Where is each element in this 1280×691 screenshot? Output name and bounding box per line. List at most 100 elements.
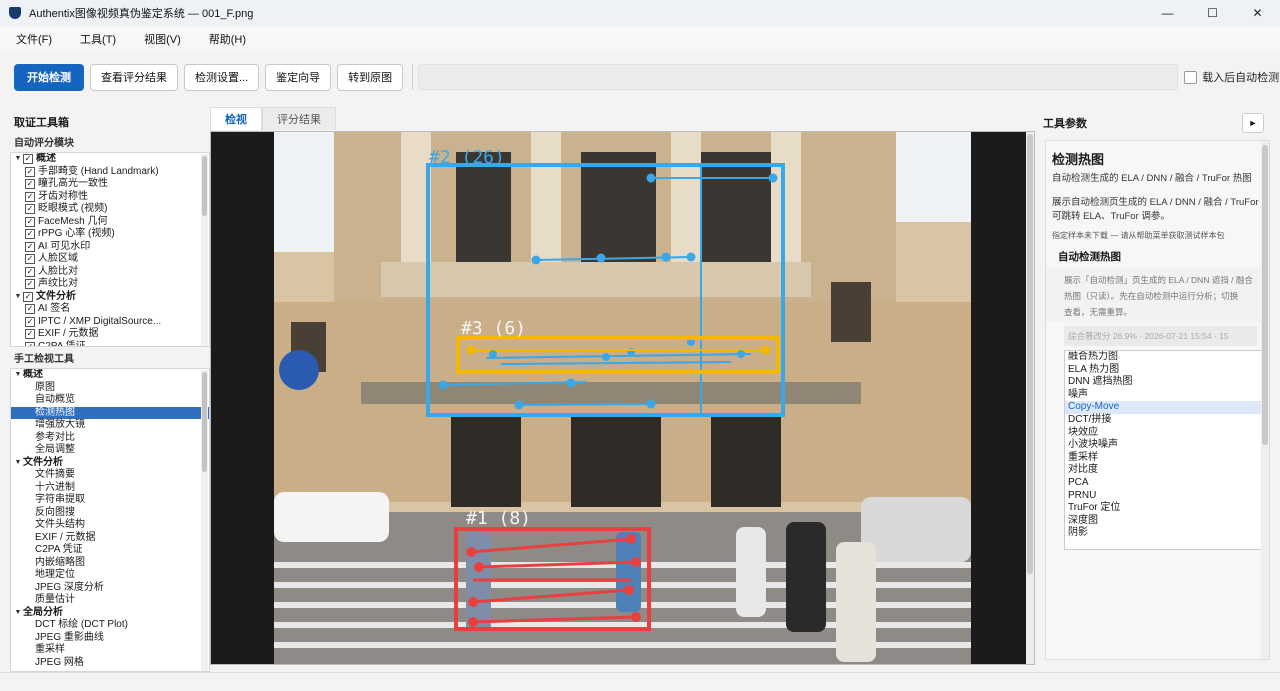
tree-item[interactable]: ✓ 人脸区域 (11, 253, 209, 266)
checkbox[interactable]: ✓ (25, 316, 35, 327)
checkbox[interactable]: ✓ (25, 266, 35, 277)
tree-item[interactable]: ✓ 手部畸变 (Hand Landmark) (11, 166, 209, 179)
expand-arrow-icon[interactable]: ▼ (13, 457, 23, 470)
tree-item[interactable]: ✓ EXIF / 元数据 (11, 328, 209, 341)
tree-item[interactable]: JPEG 深度分析 (11, 582, 209, 595)
tree-item[interactable]: 检测热图 (11, 406, 209, 419)
heatmap-list-item[interactable]: TruFor 定位 (1065, 502, 1266, 515)
menu-tools[interactable]: 工具(T) (72, 31, 124, 47)
heatmap-list-item[interactable]: 重采样 (1065, 452, 1266, 465)
tree-item[interactable]: 文件头结构 (11, 519, 209, 532)
tree-item[interactable]: JPEG 网格 (11, 657, 209, 670)
start-detection-button[interactable]: 开始检测 (14, 63, 84, 91)
manual-tree-scrollbar[interactable] (201, 370, 208, 671)
checkbox[interactable]: ✓ (25, 229, 35, 240)
tree-group[interactable]: ▼ 概述 (11, 369, 209, 382)
image-viewer[interactable]: #2 (26) #3 (6) #1 (8) (210, 131, 1035, 665)
checkbox[interactable]: ✓ (25, 279, 35, 290)
tree-item[interactable]: ✓ 眨眼模式 (视频) (11, 203, 209, 216)
tree-item[interactable]: ✓ rPPG 心率 (视频) (11, 228, 209, 241)
tree-item[interactable]: 内嵌缩略图 (11, 557, 209, 570)
heatmap-list-item[interactable]: PRNU (1065, 490, 1266, 503)
forensic-guide-button[interactable]: 鉴定向导 (265, 63, 332, 91)
heatmap-list-item[interactable]: 融合热力图 (1065, 351, 1266, 364)
tree-group[interactable]: ▼ 文件分析 (11, 457, 209, 470)
manual-tools-tree[interactable]: ▼ 概述 原图 自动概览 检测热图 增强放大镜 参考对比 全局调整 ▼ 文件分析 文件摘要 十六进制字… (10, 368, 210, 672)
maximize-button[interactable]: ☐ (1190, 0, 1235, 26)
checkbox[interactable]: ✓ (25, 179, 35, 190)
menu-help[interactable]: 帮助(H) (201, 31, 254, 47)
checkbox[interactable]: ✓ (23, 154, 33, 165)
tree-item[interactable]: ✓ IPTC / XMP DigitalSource... (11, 316, 209, 329)
heatmap-list-item[interactable]: ELA 热力图 (1065, 364, 1266, 377)
heatmap-list-item[interactable]: DNN 遮挡热图 (1065, 376, 1266, 389)
tree-item[interactable]: 地理定位 (11, 569, 209, 582)
checkbox[interactable]: ✓ (25, 341, 35, 346)
auto-detect-checkbox[interactable]: 载入后自动检测 (1184, 69, 1279, 85)
heatmap-list-item[interactable]: Copy-Move (1065, 401, 1266, 414)
tree-item[interactable]: EXIF / 元数据 (11, 532, 209, 545)
heatmap-list-item[interactable]: 阴影 (1065, 527, 1266, 540)
expand-arrow-icon[interactable]: ▼ (13, 607, 23, 620)
checkbox[interactable]: ✓ (23, 291, 33, 302)
auto-tree-scrollbar[interactable] (201, 154, 208, 346)
go-to-original-button[interactable]: 转到原图 (337, 63, 404, 91)
tree-item[interactable]: ✓ FaceMesh 几何 (11, 216, 209, 229)
tree-item[interactable]: 自动概览 (11, 394, 209, 407)
menu-file[interactable]: 文件(F) (8, 31, 60, 47)
close-button[interactable]: ✕ (1235, 0, 1280, 26)
tree-item[interactable]: ✓ 牙齿对称性 (11, 191, 209, 204)
tree-item[interactable]: ✓ AI 签名 (11, 303, 209, 316)
checkbox[interactable]: ✓ (25, 204, 35, 215)
tree-item[interactable]: 字符串提取 (11, 494, 209, 507)
tree-item[interactable]: ✓ 声纹比对 (11, 278, 209, 291)
tree-group[interactable]: ▼ ✓ 文件分析 (11, 291, 209, 304)
checkbox[interactable]: ✓ (25, 191, 35, 202)
heatmap-list-item[interactable]: 噪声 (1065, 389, 1266, 402)
expand-arrow-icon[interactable]: ▼ (13, 153, 23, 166)
tree-item[interactable]: ✓ C2PA 凭证 (11, 341, 209, 346)
detection-settings-button[interactable]: 检测设置... (184, 63, 260, 91)
tree-item[interactable]: 增强放大镜 (11, 419, 209, 432)
auto-modules-tree[interactable]: ▼ ✓ 概述 ✓ 手部畸变 (Hand Landmark) ✓ 瞳孔高光一致性 ✓ 牙齿对称性 ✓… (10, 152, 210, 347)
heatmap-list-item[interactable]: 块效应 (1065, 427, 1266, 440)
tree-item[interactable]: 反向图搜 (11, 507, 209, 520)
play-icon[interactable]: ► (1242, 113, 1264, 133)
view-scores-button[interactable]: 查看评分结果 (90, 63, 178, 91)
viewer-scrollbar[interactable] (1026, 132, 1034, 664)
tree-item[interactable]: 质量估计 (11, 594, 209, 607)
heatmap-list-item[interactable]: PCA (1065, 477, 1266, 490)
menu-view[interactable]: 视图(V) (136, 31, 189, 47)
checkbox[interactable]: ✓ (25, 329, 35, 340)
tree-group[interactable]: ▼ ✓ 概述 (11, 153, 209, 166)
expand-arrow-icon[interactable]: ▼ (13, 291, 23, 304)
tree-item[interactable]: 重采样 (11, 644, 209, 657)
tree-item[interactable]: 十六进制 (11, 482, 209, 495)
tree-item[interactable]: ✓ AI 可见水印 (11, 241, 209, 254)
tree-group[interactable]: ▼ 全局分析 (11, 607, 209, 620)
checkbox[interactable]: ✓ (25, 166, 35, 177)
checkbox-box[interactable] (1184, 70, 1198, 84)
heatmap-list[interactable]: 融合热力图 ELA 热力图 DNN 遮挡热图 噪声 Copy-Move DCT/拼接 块效应… (1064, 350, 1267, 550)
heatmap-list-item[interactable]: DCT/拼接 (1065, 414, 1266, 427)
checkbox[interactable]: ✓ (25, 254, 35, 265)
tree-item[interactable]: ✓ 人脸比对 (11, 266, 209, 279)
tab-score-results[interactable]: 评分结果 (262, 107, 336, 130)
tree-item[interactable]: 全局调整 (11, 444, 209, 457)
checkbox[interactable]: ✓ (25, 216, 35, 227)
minimize-button[interactable]: — (1145, 0, 1190, 26)
tree-item[interactable]: ✓ 瞳孔高光一致性 (11, 178, 209, 191)
expand-arrow-icon[interactable]: ▼ (13, 369, 23, 382)
checkbox[interactable]: ✓ (25, 304, 35, 315)
tab-inspect[interactable]: 检视 (210, 107, 262, 130)
tree-item[interactable]: 原图 (11, 382, 209, 395)
heatmap-list-item[interactable]: 小波块噪声 (1065, 439, 1266, 452)
tree-item[interactable]: 参考对比 (11, 432, 209, 445)
checkbox[interactable]: ✓ (25, 241, 35, 252)
tree-item[interactable]: JPEG 重影曲线 (11, 632, 209, 645)
params-scrollbar[interactable] (1261, 141, 1269, 659)
heatmap-list-item[interactable]: 深度图 (1065, 515, 1266, 528)
tree-item[interactable]: 文件摘要 (11, 469, 209, 482)
heatmap-list-item[interactable]: 对比度 (1065, 464, 1266, 477)
tree-item[interactable]: DCT 标绘 (DCT Plot) (11, 619, 209, 632)
